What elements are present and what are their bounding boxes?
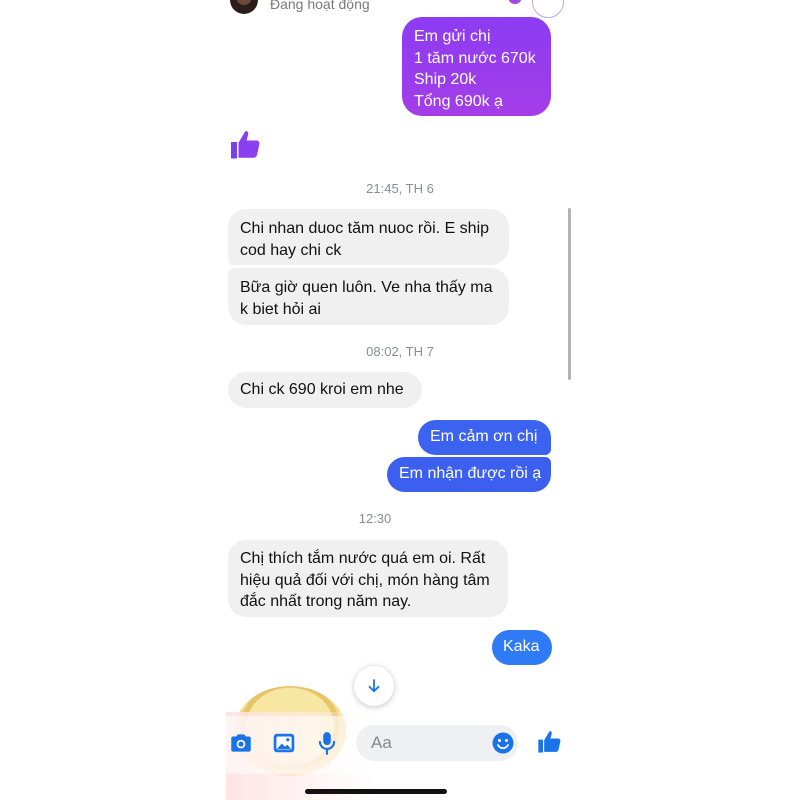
message-line: Em gửi chị <box>414 28 491 45</box>
message-incoming[interactable]: Chi nhan duoc tăm nuoc rồi. E ship cod h… <box>228 209 509 265</box>
message-line: Em cảm ơn chị <box>430 428 538 445</box>
scrollbar[interactable] <box>568 208 571 380</box>
message-line: Em nhận được rồi ạ <box>399 465 542 482</box>
image-icon[interactable] <box>271 730 297 756</box>
message-incoming[interactable]: Bữa giờ quen luôn. Ve nha thấy ma k biet… <box>228 268 509 325</box>
message-outgoing[interactable]: Em gửi chị 1 tăm nước 670k Ship 20k Tổng… <box>402 17 551 116</box>
chat-screen: Đang hoạt động Em gửi chị 1 tăm nước 670… <box>226 0 574 800</box>
message-line: Ship 20k <box>414 71 477 88</box>
message-line: Chị thích tắm nước quá em oi. Rất <box>240 550 486 567</box>
message-outgoing[interactable]: Kaka <box>492 630 552 665</box>
scroll-down-button[interactable] <box>354 666 394 706</box>
message-line: đắc nhất trong năm nay. <box>240 593 412 610</box>
message-line: Bữa giờ quen luôn. Ve nha thấy ma <box>240 279 493 296</box>
message-line: 1 tăm nước 670k <box>414 49 536 67</box>
microphone-icon[interactable] <box>314 730 340 756</box>
thumbs-up-icon[interactable] <box>536 728 564 756</box>
timestamp: 12:30 <box>358 511 392 526</box>
message-input-placeholder: Aa <box>371 733 392 752</box>
home-indicator[interactable] <box>305 789 447 794</box>
message-line: Tổng 690k ạ <box>414 92 503 110</box>
message-line: Kaka <box>503 638 540 655</box>
header-action-icon[interactable] <box>508 0 522 4</box>
message-outgoing[interactable]: Em nhận được rồi ạ <box>387 457 551 492</box>
camera-icon[interactable] <box>228 730 254 756</box>
message-incoming[interactable]: Chị thích tắm nước quá em oi. Rất hiệu q… <box>228 540 508 617</box>
message-line: k biet hỏi ai <box>240 300 321 318</box>
active-status: Đang hoạt động <box>270 0 370 12</box>
timestamp: 21:45, TH 6 <box>366 181 434 196</box>
message-line: cod hay chi ck <box>240 241 342 259</box>
contact-avatar[interactable] <box>230 0 258 14</box>
message-outgoing[interactable]: Em cảm ơn chị <box>418 420 551 455</box>
message-line: Chi nhan duoc tăm nuoc rồi. E ship <box>240 220 490 237</box>
message-incoming[interactable]: Chi ck 690 kroi em nhe <box>228 372 422 408</box>
thumbs-up-icon <box>228 127 264 163</box>
arrow-down-icon <box>365 677 383 695</box>
header-info-button[interactable] <box>532 0 564 18</box>
timestamp: 08:02, TH 7 <box>366 344 434 359</box>
message-line: Chi ck 690 kroi em nhe <box>240 381 404 398</box>
message-line: hiệu quả đối với chị, món hàng tâm <box>240 571 490 589</box>
emoji-icon[interactable] <box>491 731 515 755</box>
